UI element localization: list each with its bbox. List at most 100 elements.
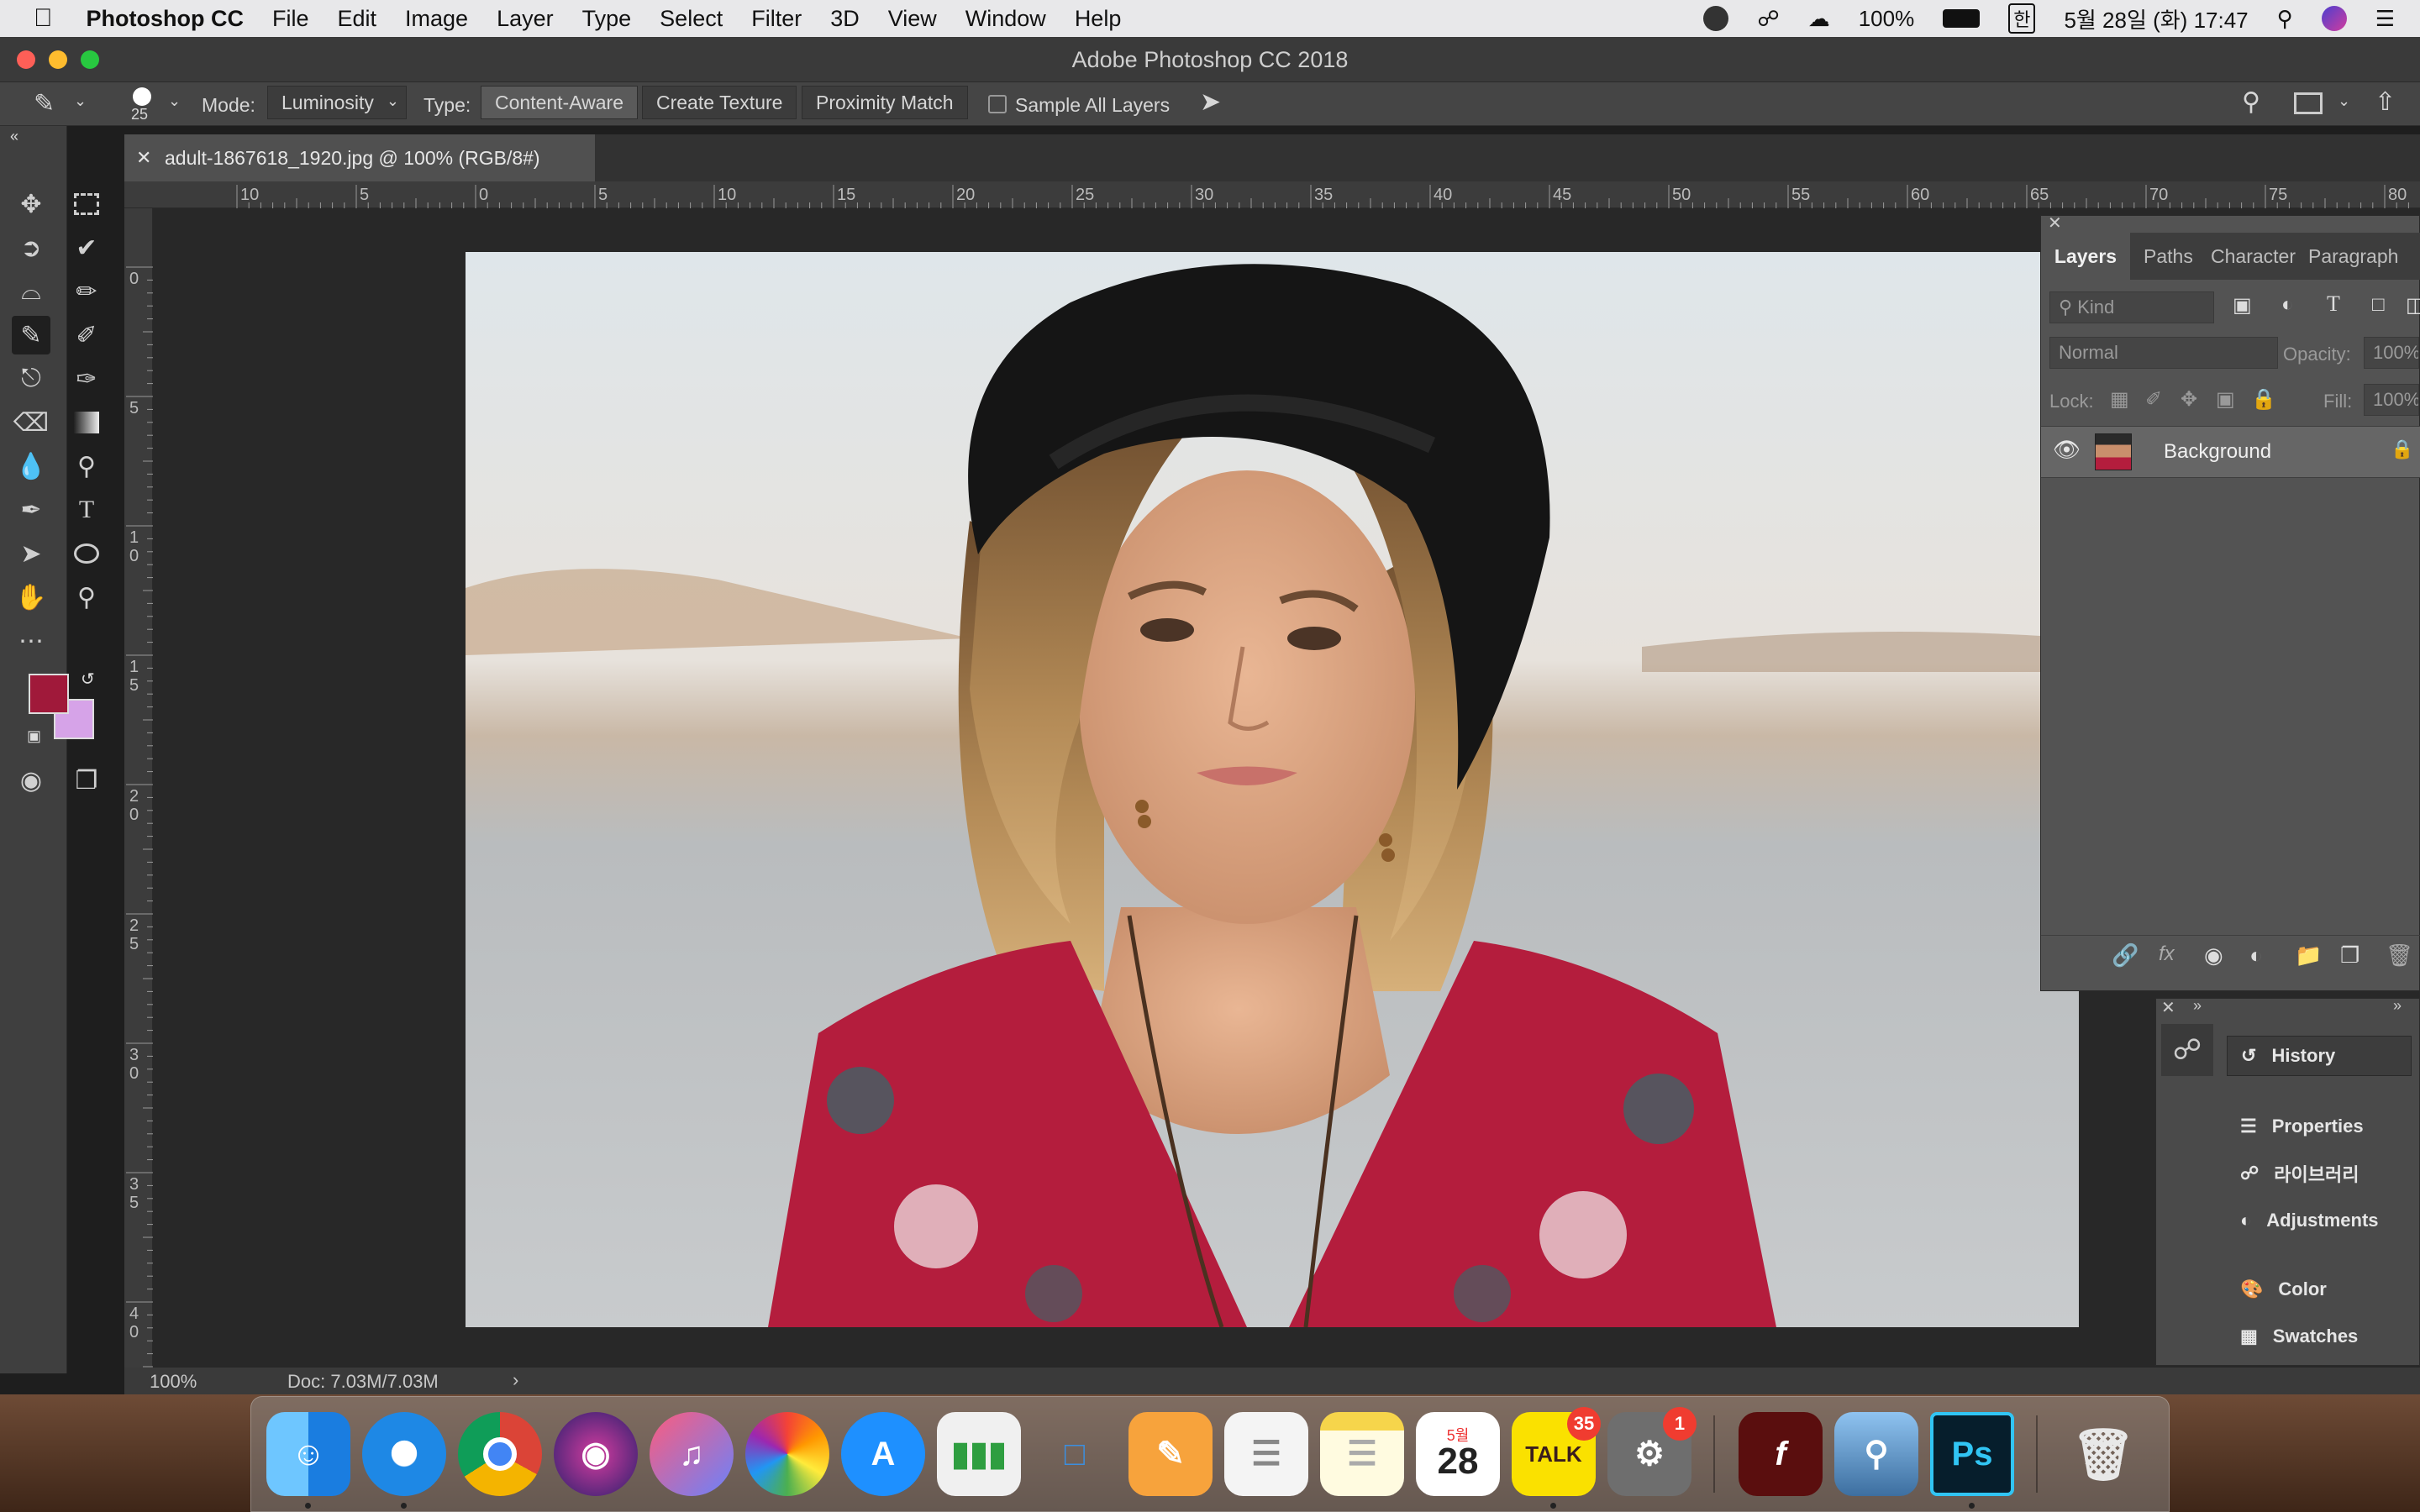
brush-preview-icon[interactable] — [133, 87, 151, 106]
menu-window[interactable]: Window — [965, 6, 1046, 32]
tab-paths[interactable]: Paths — [2144, 233, 2193, 280]
lasso-tool-icon[interactable]: ➲ — [12, 228, 50, 267]
menu-help[interactable]: Help — [1075, 6, 1122, 32]
quick-mask-icon[interactable]: ◉ — [12, 761, 50, 800]
textedit-icon[interactable]: ☰ — [1224, 1412, 1308, 1496]
eraser-tool-icon[interactable]: ⌫ — [12, 403, 50, 442]
apple-icon[interactable]:  — [34, 4, 53, 33]
menu-3d[interactable]: 3D — [830, 6, 860, 32]
filter-shape-icon[interactable]: □ — [2372, 293, 2385, 317]
zoom-level[interactable]: 100% — [150, 1371, 197, 1393]
sample-all-layers-checkbox[interactable] — [988, 95, 1007, 113]
menu-select[interactable]: Select — [660, 6, 723, 32]
blur-tool-icon[interactable]: 💧 — [12, 447, 50, 486]
layer-filter-select[interactable]: ⚲ Kind — [2049, 291, 2214, 323]
layer-row[interactable]: 👁 Background 🔒 — [2041, 426, 2420, 478]
clock[interactable]: 5월 28일 (화) 17:47 — [2064, 3, 2248, 34]
cloud-sync-icon[interactable]: ☁ — [1808, 6, 1830, 32]
tool-preset-chevron-icon[interactable]: ⌄ — [74, 92, 87, 110]
document-image[interactable] — [466, 252, 2079, 1327]
layer-name[interactable]: Background — [2164, 440, 2271, 464]
lock-all-icon[interactable]: 🔒 — [2251, 387, 2276, 412]
document-tab[interactable]: ✕ adult-1867618_1920.jpg @ 100% (RGB/8#) — [124, 134, 595, 181]
gradient-tool-icon[interactable] — [67, 403, 106, 442]
spot-healing-brush-icon[interactable]: ✎ — [34, 89, 55, 118]
creative-cloud-icon[interactable]: ☍ — [1757, 6, 1779, 32]
menu-app-name[interactable]: Photoshop CC — [87, 6, 244, 32]
photos-icon[interactable] — [745, 1412, 829, 1496]
search-icon[interactable]: ⚲ — [2242, 87, 2260, 117]
screen-mode-icon[interactable]: ❐ — [67, 761, 106, 800]
link-layers-icon[interactable]: 🔗 — [2112, 942, 2139, 969]
add-mask-icon[interactable]: ◉ — [2204, 942, 2223, 969]
panel-properties[interactable]: ☰ Properties — [2240, 1106, 2364, 1147]
menu-image[interactable]: Image — [405, 6, 468, 32]
more-tools-icon[interactable]: ⋯ — [12, 622, 50, 660]
status-menu-arrow-icon[interactable]: › — [513, 1369, 518, 1391]
brush-picker-chevron-icon[interactable]: ⌄ — [168, 92, 181, 110]
new-layer-icon[interactable]: ❐ — [2340, 942, 2360, 969]
pages-icon[interactable]: ✎ — [1128, 1412, 1213, 1496]
share-icon[interactable]: ⇧ — [2375, 87, 2396, 117]
eye-icon[interactable]: 👁 — [2053, 437, 2081, 463]
expand-dock-icon[interactable]: » — [2393, 997, 2402, 1015]
history-brush-tool-icon[interactable]: ✑ — [67, 360, 106, 398]
clone-stamp-tool-icon[interactable]: ⎋ — [12, 360, 50, 398]
lock-pixels-icon[interactable]: ✐ — [2145, 387, 2162, 412]
opacity-field[interactable]: 100% — [2364, 337, 2419, 369]
notification-app-icon[interactable] — [1703, 6, 1729, 31]
fill-field[interactable]: 100% — [2364, 384, 2419, 416]
filter-smart-object-icon[interactable]: ◫ — [2406, 293, 2420, 318]
finder-icon[interactable]: ☺ — [266, 1412, 350, 1496]
preview-icon[interactable]: ⚲ — [1834, 1412, 1918, 1496]
workspace-chevron-icon[interactable]: ⌄ — [2338, 92, 2350, 110]
trash-icon[interactable]: 🗑 — [2061, 1412, 2145, 1496]
horizontal-ruler[interactable]: 10 5 0 5 10 15 20 25 30 35 40 45 50 55 60 65 70 75 80 — [124, 181, 2420, 208]
adjustment-layer-icon[interactable]: ◐ — [2249, 942, 2263, 969]
create-texture-button[interactable]: Create Texture — [642, 86, 797, 119]
path-selection-tool-icon[interactable]: ➤ — [12, 534, 50, 573]
app-store-icon[interactable]: A — [841, 1412, 925, 1496]
chrome-icon[interactable] — [458, 1412, 542, 1496]
keynote-icon[interactable]: □ — [1033, 1412, 1117, 1496]
collapse-toolbar-icon[interactable]: « — [10, 128, 18, 145]
panel-swatches[interactable]: ▦ Swatches — [2240, 1316, 2358, 1357]
panel-libraries[interactable]: ☍ 라이브러리 — [2240, 1153, 2359, 1194]
lock-transparent-icon[interactable]: ▦ — [2110, 387, 2129, 412]
lock-position-icon[interactable]: ✥ — [2181, 387, 2197, 412]
swap-colors-icon[interactable]: ↺ — [81, 669, 95, 690]
new-group-icon[interactable]: 📁 — [2295, 942, 2322, 969]
menu-filter[interactable]: Filter — [751, 6, 802, 32]
lock-artboard-icon[interactable]: ▣ — [2216, 387, 2235, 412]
panel-adjustments[interactable]: ◐ Adjustments — [2240, 1200, 2379, 1241]
menu-type[interactable]: Type — [582, 6, 632, 32]
numbers-icon[interactable]: ▮▮▮ — [937, 1412, 1021, 1496]
filter-pixel-icon[interactable]: ▣ — [2233, 293, 2252, 318]
siri-icon[interactable] — [2321, 6, 2347, 31]
vertical-ruler[interactable]: 051015202530354045 — [124, 208, 153, 1509]
fx-icon[interactable]: fx — [2159, 942, 2175, 966]
filter-adjustment-icon[interactable]: ◐ — [2281, 293, 2294, 317]
workspace-icon[interactable] — [2294, 92, 2323, 114]
notes-icon[interactable]: ☰ — [1320, 1412, 1404, 1496]
close-tab-icon[interactable]: ✕ — [136, 134, 151, 181]
blend-mode-select[interactable]: Normal — [2049, 337, 2278, 369]
zoom-tool-icon[interactable]: ⚲ — [67, 578, 106, 617]
spot-healing-tool-icon[interactable]: ✎ — [12, 316, 50, 354]
spotlight-icon[interactable]: ⚲ — [2277, 6, 2293, 32]
proximity-match-button[interactable]: Proximity Match — [802, 86, 968, 119]
tab-paragraph[interactable]: Paragraph — [2308, 233, 2398, 280]
close-panel-icon[interactable]: ✕ — [2048, 213, 2062, 234]
brush-tool-icon[interactable]: ✐ — [67, 316, 106, 354]
content-aware-button[interactable]: Content-Aware — [481, 86, 638, 119]
input-method-icon[interactable]: 한 — [2008, 3, 2036, 34]
tab-layers[interactable]: Layers — [2041, 233, 2130, 280]
foreground-color-swatch[interactable] — [29, 674, 69, 714]
menu-layer[interactable]: Layer — [497, 6, 554, 32]
menu-view[interactable]: View — [888, 6, 937, 32]
panel-color[interactable]: 🎨 Color — [2240, 1269, 2327, 1310]
type-tool-icon[interactable]: T — [67, 491, 106, 529]
kakaotalk-icon[interactable]: TALK 35 — [1512, 1407, 1601, 1496]
mode-select[interactable]: Luminosity ⌄ — [267, 86, 407, 119]
menu-file[interactable]: File — [272, 6, 309, 32]
